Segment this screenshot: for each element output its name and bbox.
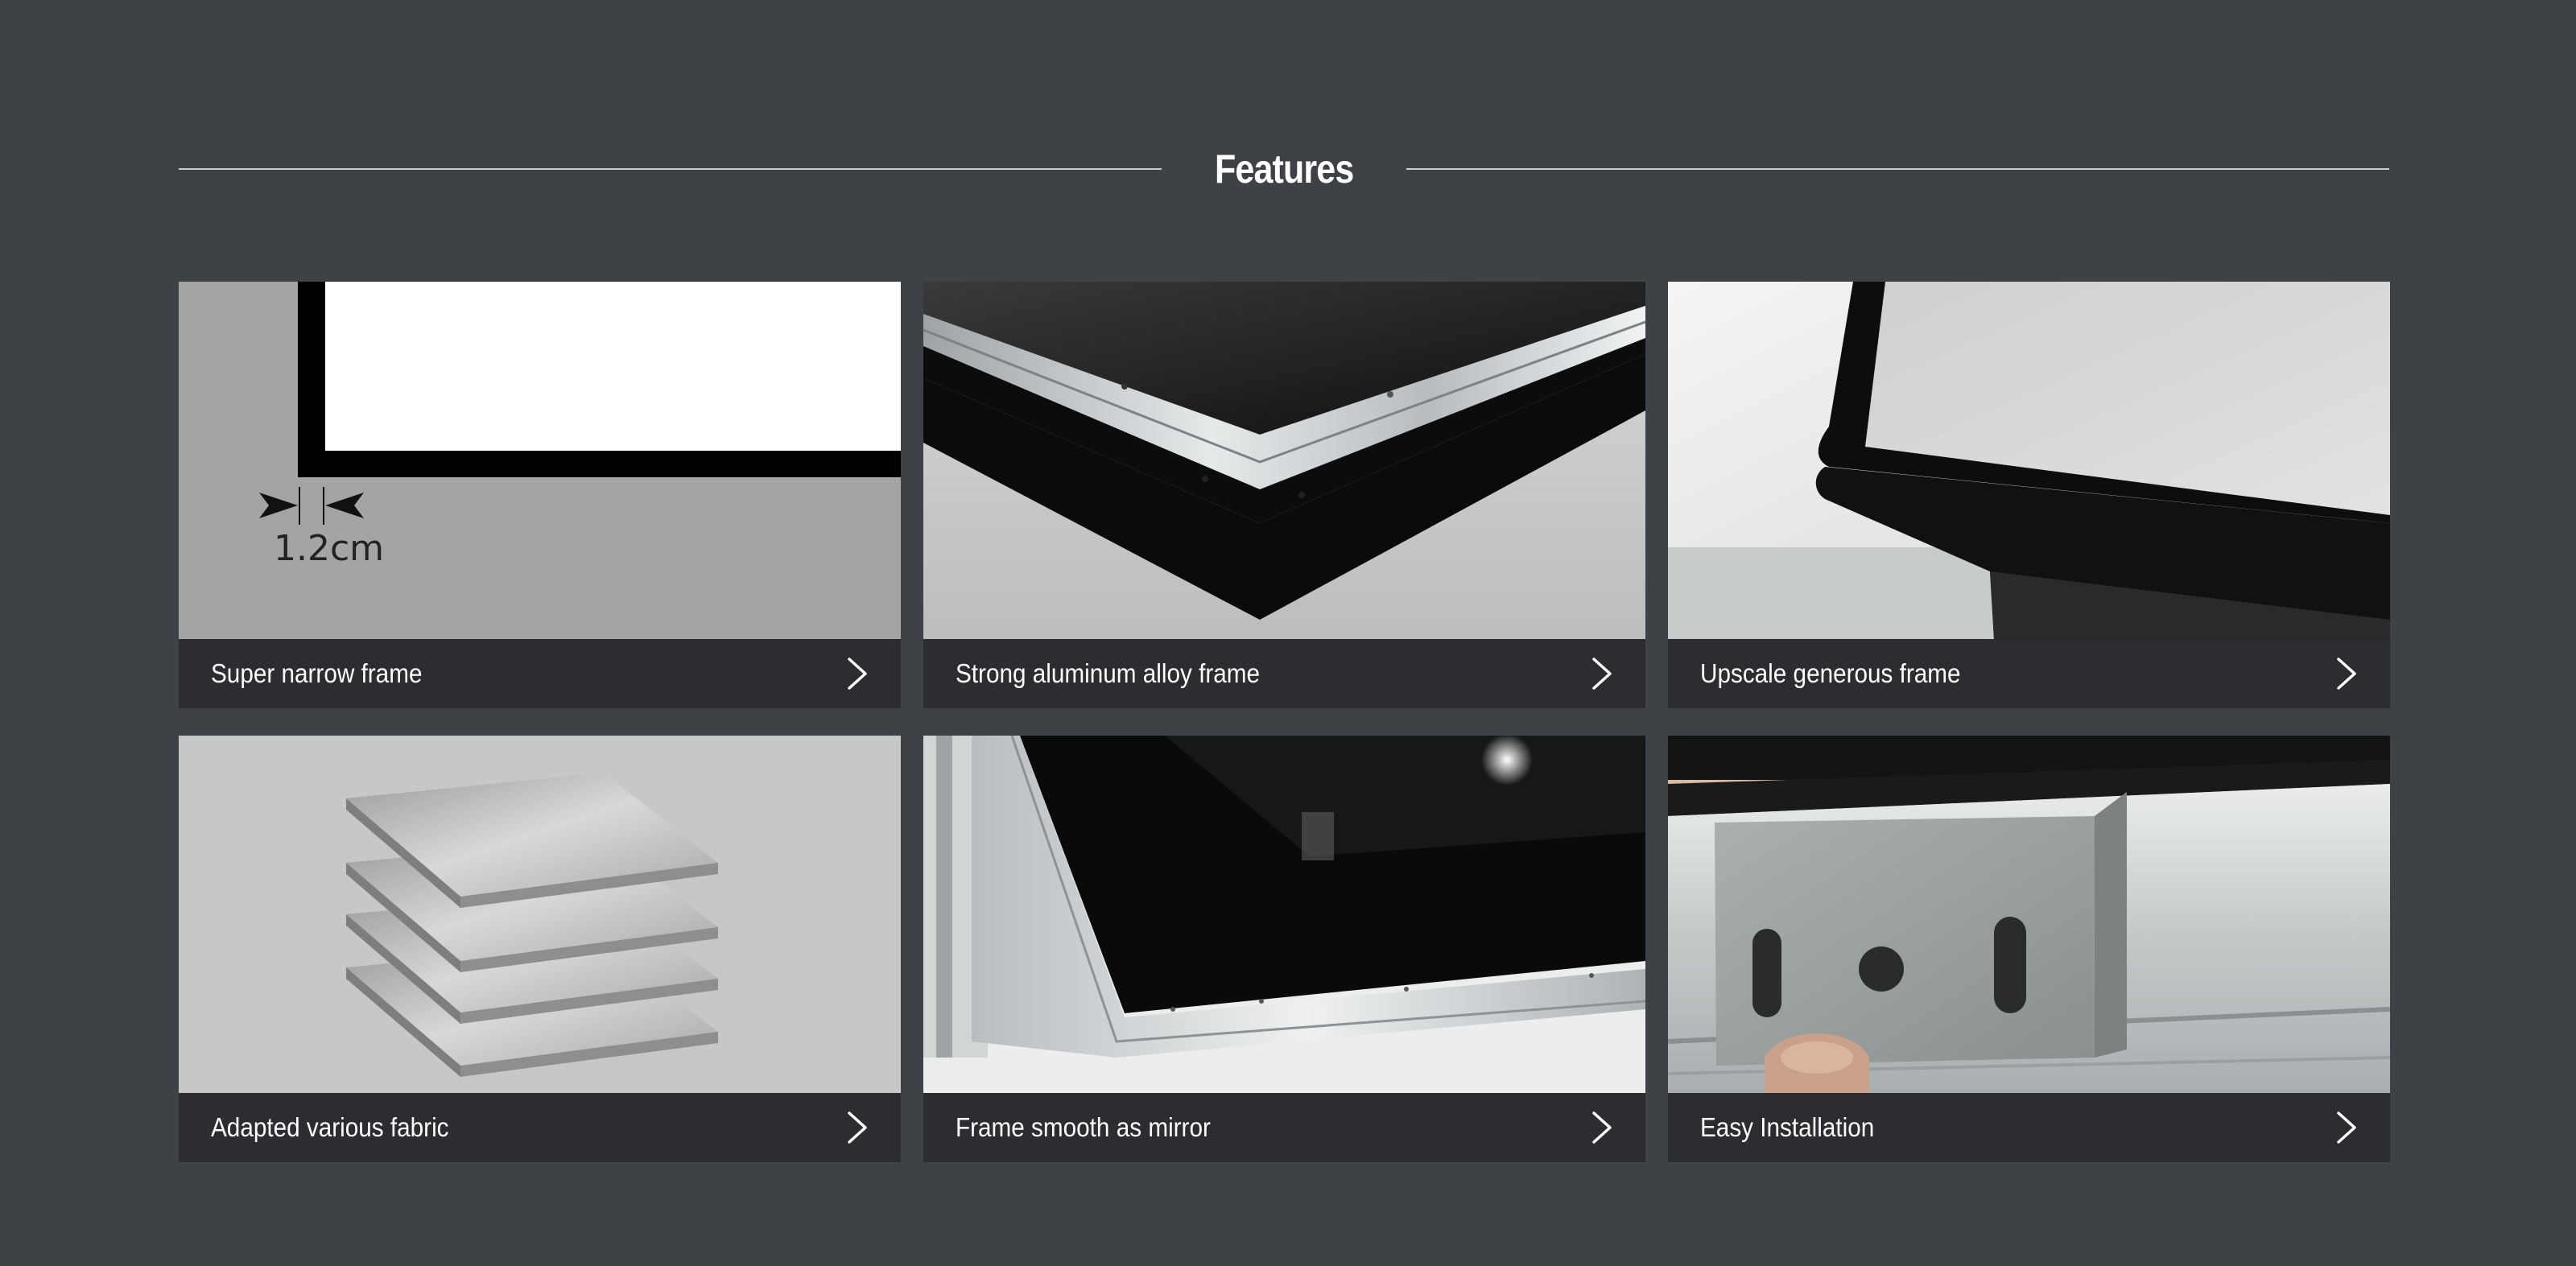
feature-caption[interactable]: Super narrow frame xyxy=(179,639,901,708)
feature-caption[interactable]: Easy Installation xyxy=(1668,1093,2390,1162)
feature-label: Super narrow frame xyxy=(211,658,423,688)
feature-caption[interactable]: Frame smooth as mirror xyxy=(923,1093,1645,1162)
heading-divider-right xyxy=(1406,168,2389,170)
feature-image-mounting-bracket xyxy=(1668,736,2390,1093)
dimension-annotation: 1.2cm xyxy=(274,528,384,569)
feature-image-mirror-frame xyxy=(923,736,1645,1093)
feature-label: Upscale generous frame xyxy=(1700,658,1961,688)
feature-image-velvet-frame xyxy=(1668,282,2390,639)
chevron-right-icon[interactable] xyxy=(2335,1110,2358,1145)
chevron-right-icon[interactable] xyxy=(846,1110,869,1145)
feature-caption[interactable]: Upscale generous frame xyxy=(1668,639,2390,708)
feature-image-fabric-layers xyxy=(179,736,901,1093)
feature-label: Adapted various fabric xyxy=(211,1112,449,1142)
chevron-right-icon[interactable] xyxy=(2335,656,2358,691)
feature-card-adapted-fabric[interactable]: Adapted various fabric xyxy=(179,736,901,1162)
chevron-right-icon[interactable] xyxy=(846,656,869,691)
feature-card-upscale-generous-frame[interactable]: Upscale generous frame xyxy=(1668,282,2390,708)
feature-card-easy-installation[interactable]: Easy Installation xyxy=(1668,736,2390,1162)
section-title: Features xyxy=(1214,146,1354,192)
feature-label: Frame smooth as mirror xyxy=(956,1112,1211,1142)
feature-caption[interactable]: Adapted various fabric xyxy=(179,1093,901,1162)
feature-label: Strong aluminum alloy frame xyxy=(956,658,1261,688)
feature-image-narrow-frame: 1.2cm xyxy=(179,282,901,639)
feature-label: Easy Installation xyxy=(1700,1112,1875,1142)
feature-card-aluminum-alloy-frame[interactable]: Strong aluminum alloy frame xyxy=(923,282,1645,708)
feature-card-smooth-mirror-frame[interactable]: Frame smooth as mirror xyxy=(923,736,1645,1162)
chevron-right-icon[interactable] xyxy=(1591,1110,1613,1145)
chevron-right-icon[interactable] xyxy=(1591,656,1613,691)
section-heading: Features xyxy=(179,137,2389,201)
feature-card-super-narrow-frame[interactable]: 1.2cm Super narrow frame xyxy=(179,282,901,708)
heading-divider-left xyxy=(179,168,1162,170)
feature-image-aluminum-frame xyxy=(923,282,1645,639)
feature-caption[interactable]: Strong aluminum alloy frame xyxy=(923,639,1645,708)
